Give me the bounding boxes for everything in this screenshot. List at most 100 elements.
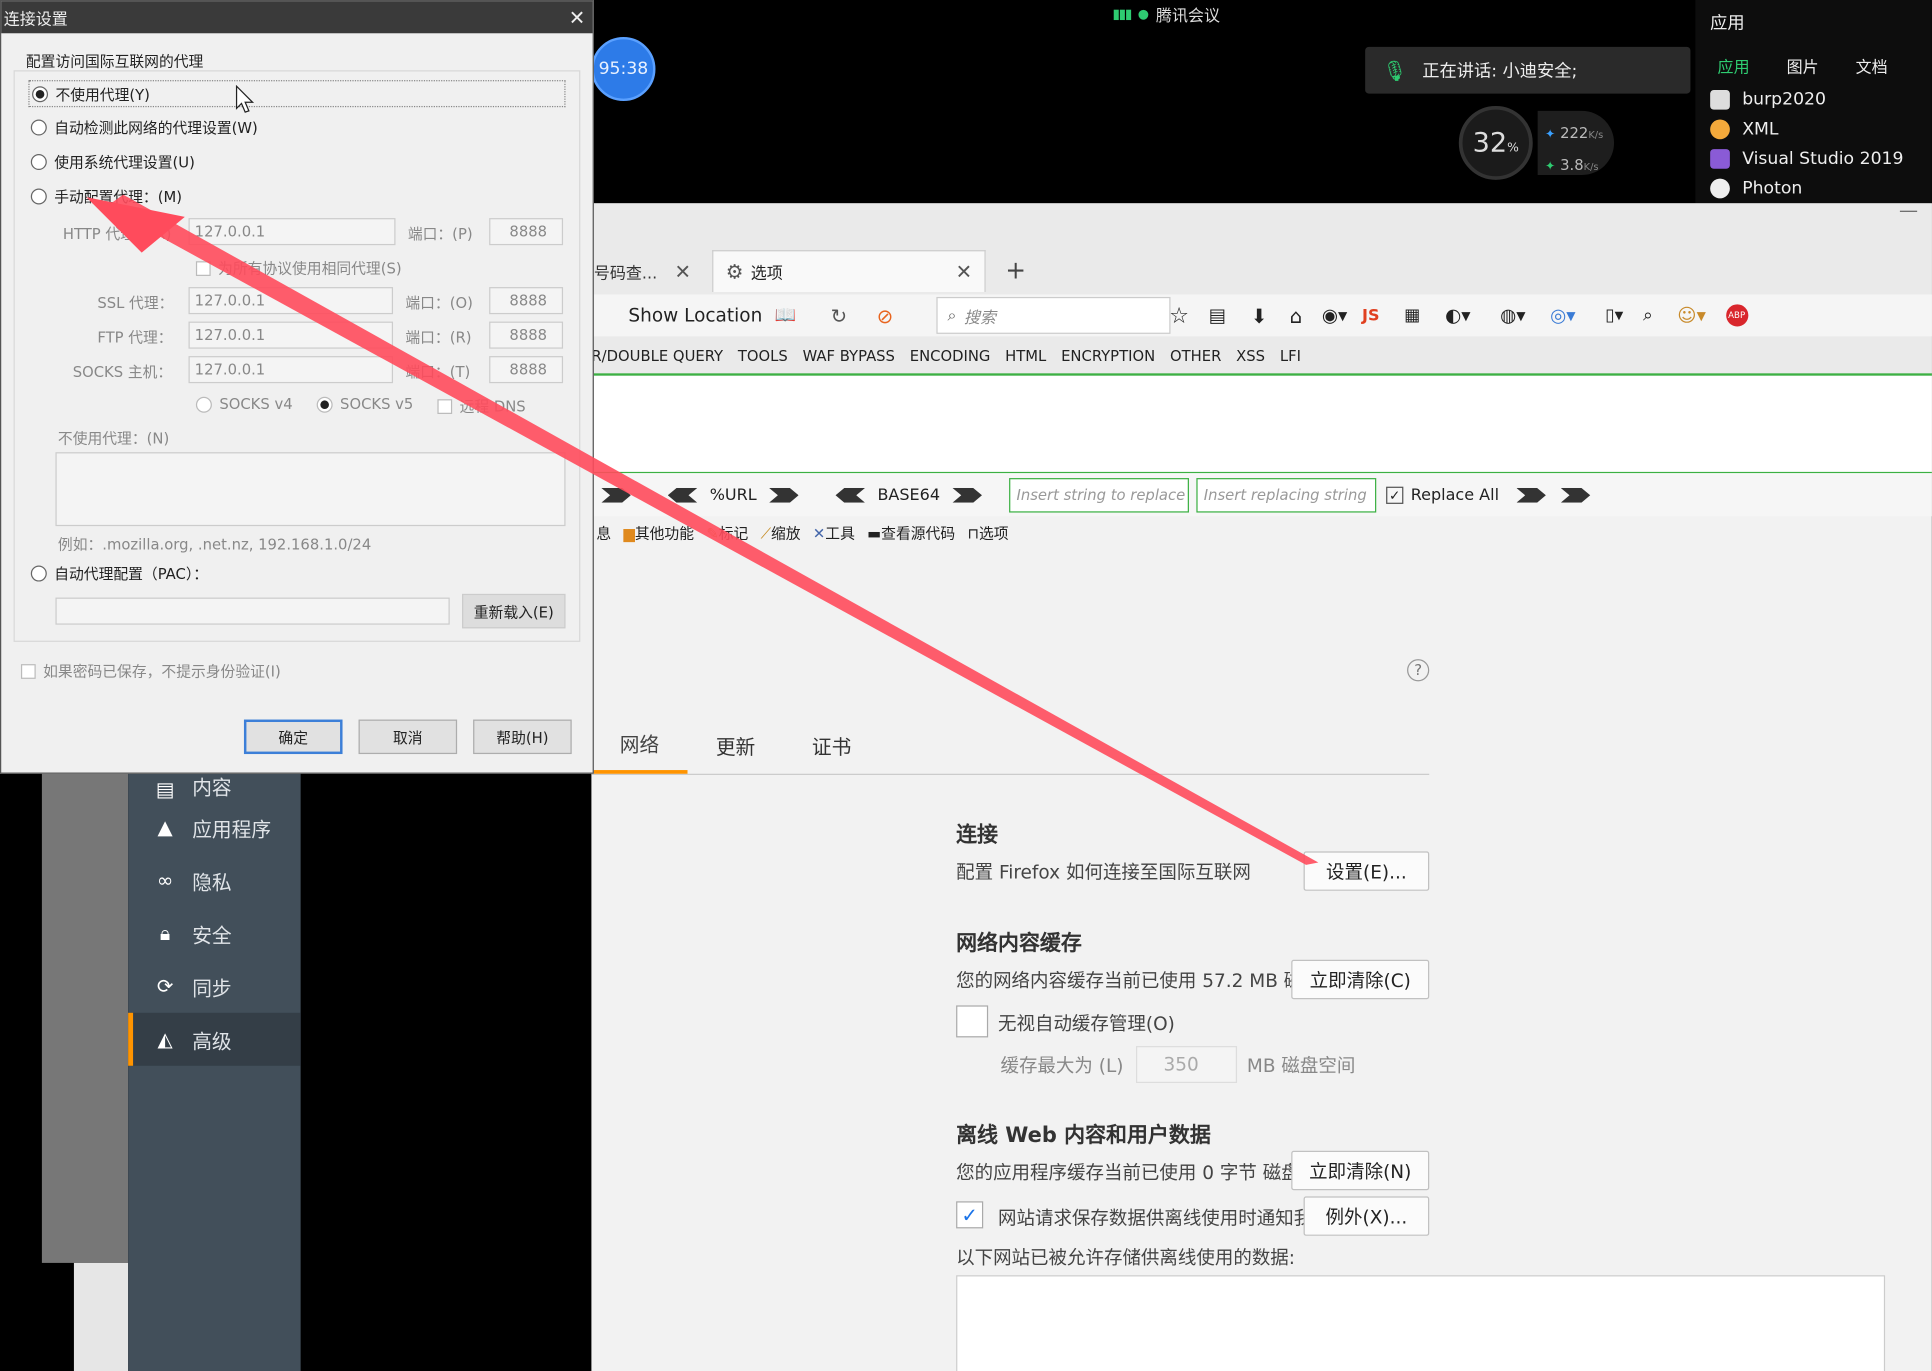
app-tab-docs[interactable]: 文档 <box>1856 54 1888 77</box>
app-item-photon[interactable]: Photon <box>1695 174 1932 204</box>
help-button[interactable]: 帮助(H) <box>473 719 572 755</box>
cancel-button[interactable]: 取消 <box>358 719 458 755</box>
globe-icon[interactable]: ◉▾ <box>1322 304 1347 326</box>
radio-pac[interactable]: 自动代理配置（PAC）： <box>30 563 208 584</box>
monkey-icon[interactable]: ☺▾ <box>1677 304 1706 326</box>
show-location-button[interactable]: Show Location <box>628 304 762 326</box>
url-encode-label[interactable]: %URL <box>710 486 757 504</box>
close-tab-icon[interactable]: ✕ <box>956 260 973 283</box>
allowed-sites-list[interactable] <box>956 1275 1886 1371</box>
tab-options[interactable]: ⚙ 选项 ✕ <box>712 250 986 293</box>
base64-label[interactable]: BASE64 <box>877 486 940 504</box>
palette-icon[interactable]: ◐▾ <box>1445 304 1470 326</box>
radio-no-proxy[interactable]: 不使用代理(Y) <box>28 80 566 108</box>
toolbar-options[interactable]: ⊓选项 <box>967 522 1008 543</box>
http-proxy-input[interactable]: 127.0.0.1 <box>188 218 396 246</box>
menu-encoding[interactable]: ENCODING <box>910 347 991 364</box>
app-tab-images[interactable]: 图片 <box>1787 54 1819 77</box>
clear-offline-button[interactable]: 立即清除(N) <box>1291 1150 1430 1191</box>
js-icon[interactable]: JS <box>1362 306 1379 324</box>
app-tab-apps[interactable]: 应用 <box>1718 54 1750 77</box>
library-icon[interactable]: ▤ <box>1209 304 1226 326</box>
no-proxy-for-textarea[interactable] <box>55 452 566 527</box>
menu-encryption[interactable]: ENCRYPTION <box>1061 347 1155 364</box>
app-item-burp[interactable]: burp2020 <box>1695 85 1932 115</box>
decode-arrow-icon[interactable] <box>667 487 698 503</box>
earth-dropdown-icon[interactable]: ◎▾ <box>1550 304 1575 326</box>
image-icon[interactable]: ▦ <box>1404 306 1420 326</box>
home-icon[interactable]: ⌂ <box>1290 304 1303 327</box>
zoom-icon[interactable]: ⌕ <box>1643 306 1653 326</box>
menu-tools[interactable]: TOOLS <box>738 347 788 364</box>
socks-v5-radio[interactable]: SOCKS v5 <box>316 396 413 413</box>
sidebar-item-security[interactable]: 🔒︎ 安全 <box>128 907 300 960</box>
encode-arrow-icon[interactable] <box>601 487 631 503</box>
close-icon[interactable]: ✕ <box>569 6 586 29</box>
socks-host-input[interactable]: 127.0.0.1 <box>188 356 394 384</box>
radio-auto-detect[interactable]: 自动检测此网络的代理设置(W) <box>30 117 258 138</box>
sidebar-item-advanced[interactable]: ◭ 高级 <box>128 1012 301 1066</box>
toolbar-info[interactable]: 息 <box>596 522 611 543</box>
replace-arrow-icon[interactable] <box>1516 487 1546 503</box>
search-input[interactable]: ⌕ 搜索 <box>936 296 1171 334</box>
decode-arrow-icon[interactable] <box>835 487 866 503</box>
same-proxy-checkbox[interactable]: 为所有协议使用相同代理(S) <box>195 258 402 279</box>
cache-max-input[interactable]: 350 <box>1135 1046 1238 1084</box>
tab-phone-lookup[interactable]: 号码查... ✕ <box>591 253 709 290</box>
tab-network[interactable]: 网络 <box>591 716 688 774</box>
menu-double-query[interactable]: R/DOUBLE QUERY <box>591 347 723 364</box>
ftp-proxy-input[interactable]: 127.0.0.1 <box>188 321 394 349</box>
no-prompt-checkbox[interactable]: 如果密码已保存，不提示身份验证(I) <box>20 660 281 681</box>
encode-arrow-icon[interactable] <box>769 487 799 503</box>
socks-v4-radio[interactable]: SOCKS v4 <box>195 396 293 413</box>
ssl-port-input[interactable]: 8888 <box>489 287 564 315</box>
tab-update[interactable]: 更新 <box>688 716 784 774</box>
override-cache-checkbox[interactable] <box>956 1005 989 1038</box>
shield-dropdown-icon[interactable]: ◍▾ <box>1500 304 1525 326</box>
new-tab-button[interactable]: + <box>1005 255 1026 285</box>
adblock-icon[interactable]: ABP <box>1725 304 1748 327</box>
radio-manual-proxy[interactable]: 手动配置代理：(M) <box>30 186 182 207</box>
socks-port-input[interactable]: 8888 <box>489 356 564 384</box>
hackbar-url-area[interactable] <box>591 375 1932 475</box>
download-arrow-icon[interactable]: ⬇ <box>1251 304 1268 327</box>
menu-xss[interactable]: XSS <box>1236 347 1265 364</box>
radio-system-proxy[interactable]: 使用系统代理设置(U) <box>30 152 195 173</box>
remote-dns-checkbox[interactable]: 远程 DNS <box>437 396 526 417</box>
reader-icon[interactable]: 📖 <box>775 306 796 326</box>
replace-string-input[interactable]: Insert string to replace <box>1009 478 1189 513</box>
reload-button[interactable]: 重新载入(E) <box>462 593 566 629</box>
pac-url-input[interactable] <box>55 597 450 625</box>
ssl-proxy-input[interactable]: 127.0.0.1 <box>188 287 394 315</box>
tab-certificates[interactable]: 证书 <box>784 716 880 774</box>
replacing-string-input[interactable]: Insert replacing string <box>1196 478 1377 513</box>
menu-html[interactable]: HTML <box>1005 347 1046 364</box>
ftp-port-input[interactable]: 8888 <box>489 321 564 349</box>
toolbar-mark[interactable]: ✎标记 <box>706 522 748 543</box>
sidebar-item-applications[interactable]: ▲ 应用程序 <box>128 801 300 854</box>
app-item-visual-studio[interactable]: Visual Studio 2019 <box>1695 144 1932 174</box>
sidebar-item-sync[interactable]: ⟳ 同步 <box>128 960 300 1013</box>
devices-icon[interactable]: ▯▾ <box>1605 306 1623 326</box>
toolbar-zoom[interactable]: ⟋缩放 <box>761 522 801 543</box>
bookmark-star-icon[interactable]: ☆ <box>1169 302 1189 328</box>
minimize-button[interactable] <box>1899 210 1918 212</box>
close-tab-icon[interactable]: ✕ <box>674 259 691 282</box>
encode-arrow-icon[interactable] <box>952 487 982 503</box>
replace-back-arrow-icon[interactable] <box>1560 487 1591 503</box>
notify-offline-checkbox[interactable]: ✓ <box>956 1201 984 1229</box>
toolbar-misc[interactable]: ▆其他功能 <box>623 522 694 543</box>
exceptions-button[interactable]: 例外(X)... <box>1303 1196 1430 1236</box>
clear-cache-button[interactable]: 立即清除(C) <box>1291 959 1430 1000</box>
replace-all-checkbox[interactable]: ✓ <box>1386 486 1404 504</box>
menu-waf-bypass[interactable]: WAF BYPASS <box>803 347 895 364</box>
toolbar-view-source[interactable]: ▬查看源代码 <box>867 522 955 543</box>
connection-settings-button[interactable]: 设置(E)... <box>1303 851 1430 891</box>
menu-lfi[interactable]: LFI <box>1280 347 1301 364</box>
block-icon[interactable]: ⊘ <box>877 304 894 327</box>
sidebar-item-privacy[interactable]: ∞ 隐私 <box>128 854 300 907</box>
reload-icon[interactable]: ↻ <box>831 304 848 327</box>
menu-other[interactable]: OTHER <box>1170 347 1221 364</box>
ok-button[interactable]: 确定 <box>243 719 343 755</box>
toolbar-tools[interactable]: ✕工具 <box>813 522 855 543</box>
